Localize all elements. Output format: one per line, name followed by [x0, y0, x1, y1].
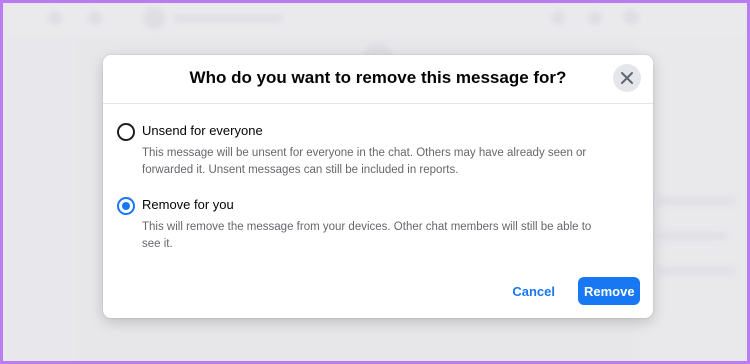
- close-icon: [620, 71, 634, 85]
- option-description: This will remove the message from your d…: [142, 221, 592, 250]
- option-label: Remove for you: [142, 197, 234, 212]
- option-label: Unsend for everyone: [142, 123, 263, 138]
- dialog-header: Who do you want to remove this message f…: [103, 55, 653, 104]
- remove-button[interactable]: Remove: [578, 277, 640, 305]
- remove-message-dialog: Who do you want to remove this message f…: [103, 55, 653, 318]
- close-button[interactable]: [613, 64, 641, 92]
- dialog-title: Who do you want to remove this message f…: [189, 68, 567, 87]
- radio-remove-for-you[interactable]: [117, 197, 135, 215]
- option-description: This message will be unsent for everyone…: [142, 147, 587, 176]
- radio-unsend-for-everyone[interactable]: [117, 123, 135, 141]
- cancel-button[interactable]: Cancel: [502, 277, 565, 305]
- option-remove-for-you[interactable]: Remove for you This will remove the mess…: [117, 197, 633, 253]
- screenshot-frame: Who do you want to remove this message f…: [0, 0, 750, 364]
- option-unsend-for-everyone[interactable]: Unsend for everyone This message will be…: [117, 123, 633, 179]
